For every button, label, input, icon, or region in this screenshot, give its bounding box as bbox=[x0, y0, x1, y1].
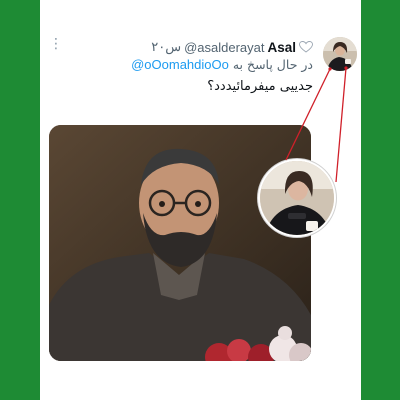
replying-prefix: در حال پاسخ به bbox=[232, 57, 313, 72]
tweet-text: جدییی میفرمائیددد؟ bbox=[207, 79, 313, 94]
zoomed-avatar-image bbox=[258, 159, 336, 237]
tweet-time[interactable]: ۲۰س bbox=[151, 39, 181, 55]
tweet-header: ۲۰س @asalderayat Asal bbox=[151, 39, 313, 55]
avatar[interactable] bbox=[323, 37, 357, 71]
white-heart-icon bbox=[299, 41, 313, 53]
right-green-border bbox=[361, 0, 400, 400]
replying-to: در حال پاسخ به @oOomahdioOo bbox=[131, 57, 313, 72]
more-options-icon[interactable]: ⋮ bbox=[49, 37, 63, 51]
user-handle[interactable]: @asalderayat bbox=[184, 40, 264, 55]
tweet-media-image[interactable] bbox=[49, 125, 311, 361]
display-name[interactable]: Asal bbox=[267, 40, 296, 55]
left-green-border bbox=[0, 0, 40, 400]
mention-link[interactable]: @oOomahdioOo bbox=[131, 57, 229, 72]
